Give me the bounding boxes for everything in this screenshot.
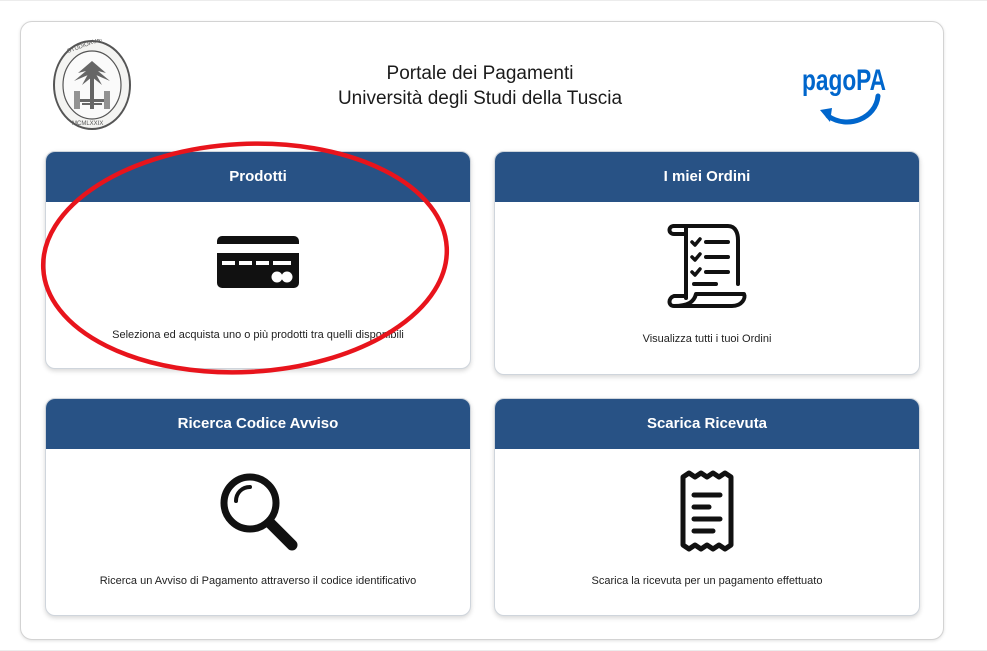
card-prodotti-description: Seleziona ed acquista uno o più prodotti… xyxy=(112,329,404,341)
pagopa-logo: pagoPA xyxy=(802,64,886,125)
magnifier-icon xyxy=(220,473,298,551)
receipt-icon xyxy=(680,470,734,552)
card-scarica-ricevuta-description: Scarica la ricevuta per un pagamento eff… xyxy=(591,575,823,587)
checklist-scroll-icon xyxy=(667,224,747,308)
seal-text-bottom: MCMLXXIX xyxy=(72,121,103,127)
card-ricerca-codice-avviso[interactable]: Ricerca Codice Avviso Ricerca un Avviso … xyxy=(45,398,471,616)
university-seal-logo: STUDIORUM MCMLXXIX xyxy=(53,39,131,130)
card-miei-ordini[interactable]: I miei Ordini Visualizza tutti i tuoi Or… xyxy=(494,151,920,375)
page-title-line1: Portale dei Pagamenti xyxy=(386,63,574,84)
card-scarica-ricevuta-title: Scarica Ricevuta xyxy=(495,399,919,449)
card-ricerca-codice-avviso-description: Ricerca un Avviso di Pagamento attravers… xyxy=(99,575,417,587)
top-divider xyxy=(0,0,987,1)
card-prodotti[interactable]: Prodotti Seleziona ed acquista uno o più… xyxy=(45,151,471,369)
page-title-line2: Università degli Studi della Tuscia xyxy=(337,88,623,109)
card-ricerca-codice-avviso-title: Ricerca Codice Avviso xyxy=(46,399,470,449)
page-title: Portale dei Pagamenti Università degli S… xyxy=(300,61,660,111)
card-scarica-ricevuta[interactable]: Scarica Ricevuta Scarica la ricevuta per… xyxy=(494,398,920,616)
credit-card-icon xyxy=(217,236,299,288)
card-prodotti-title: Prodotti xyxy=(46,152,470,202)
pagopa-logo-text: pagoPA xyxy=(802,64,886,97)
card-miei-ordini-description: Visualizza tutti i tuoi Ordini xyxy=(642,333,772,345)
card-miei-ordini-title: I miei Ordini xyxy=(495,152,919,202)
